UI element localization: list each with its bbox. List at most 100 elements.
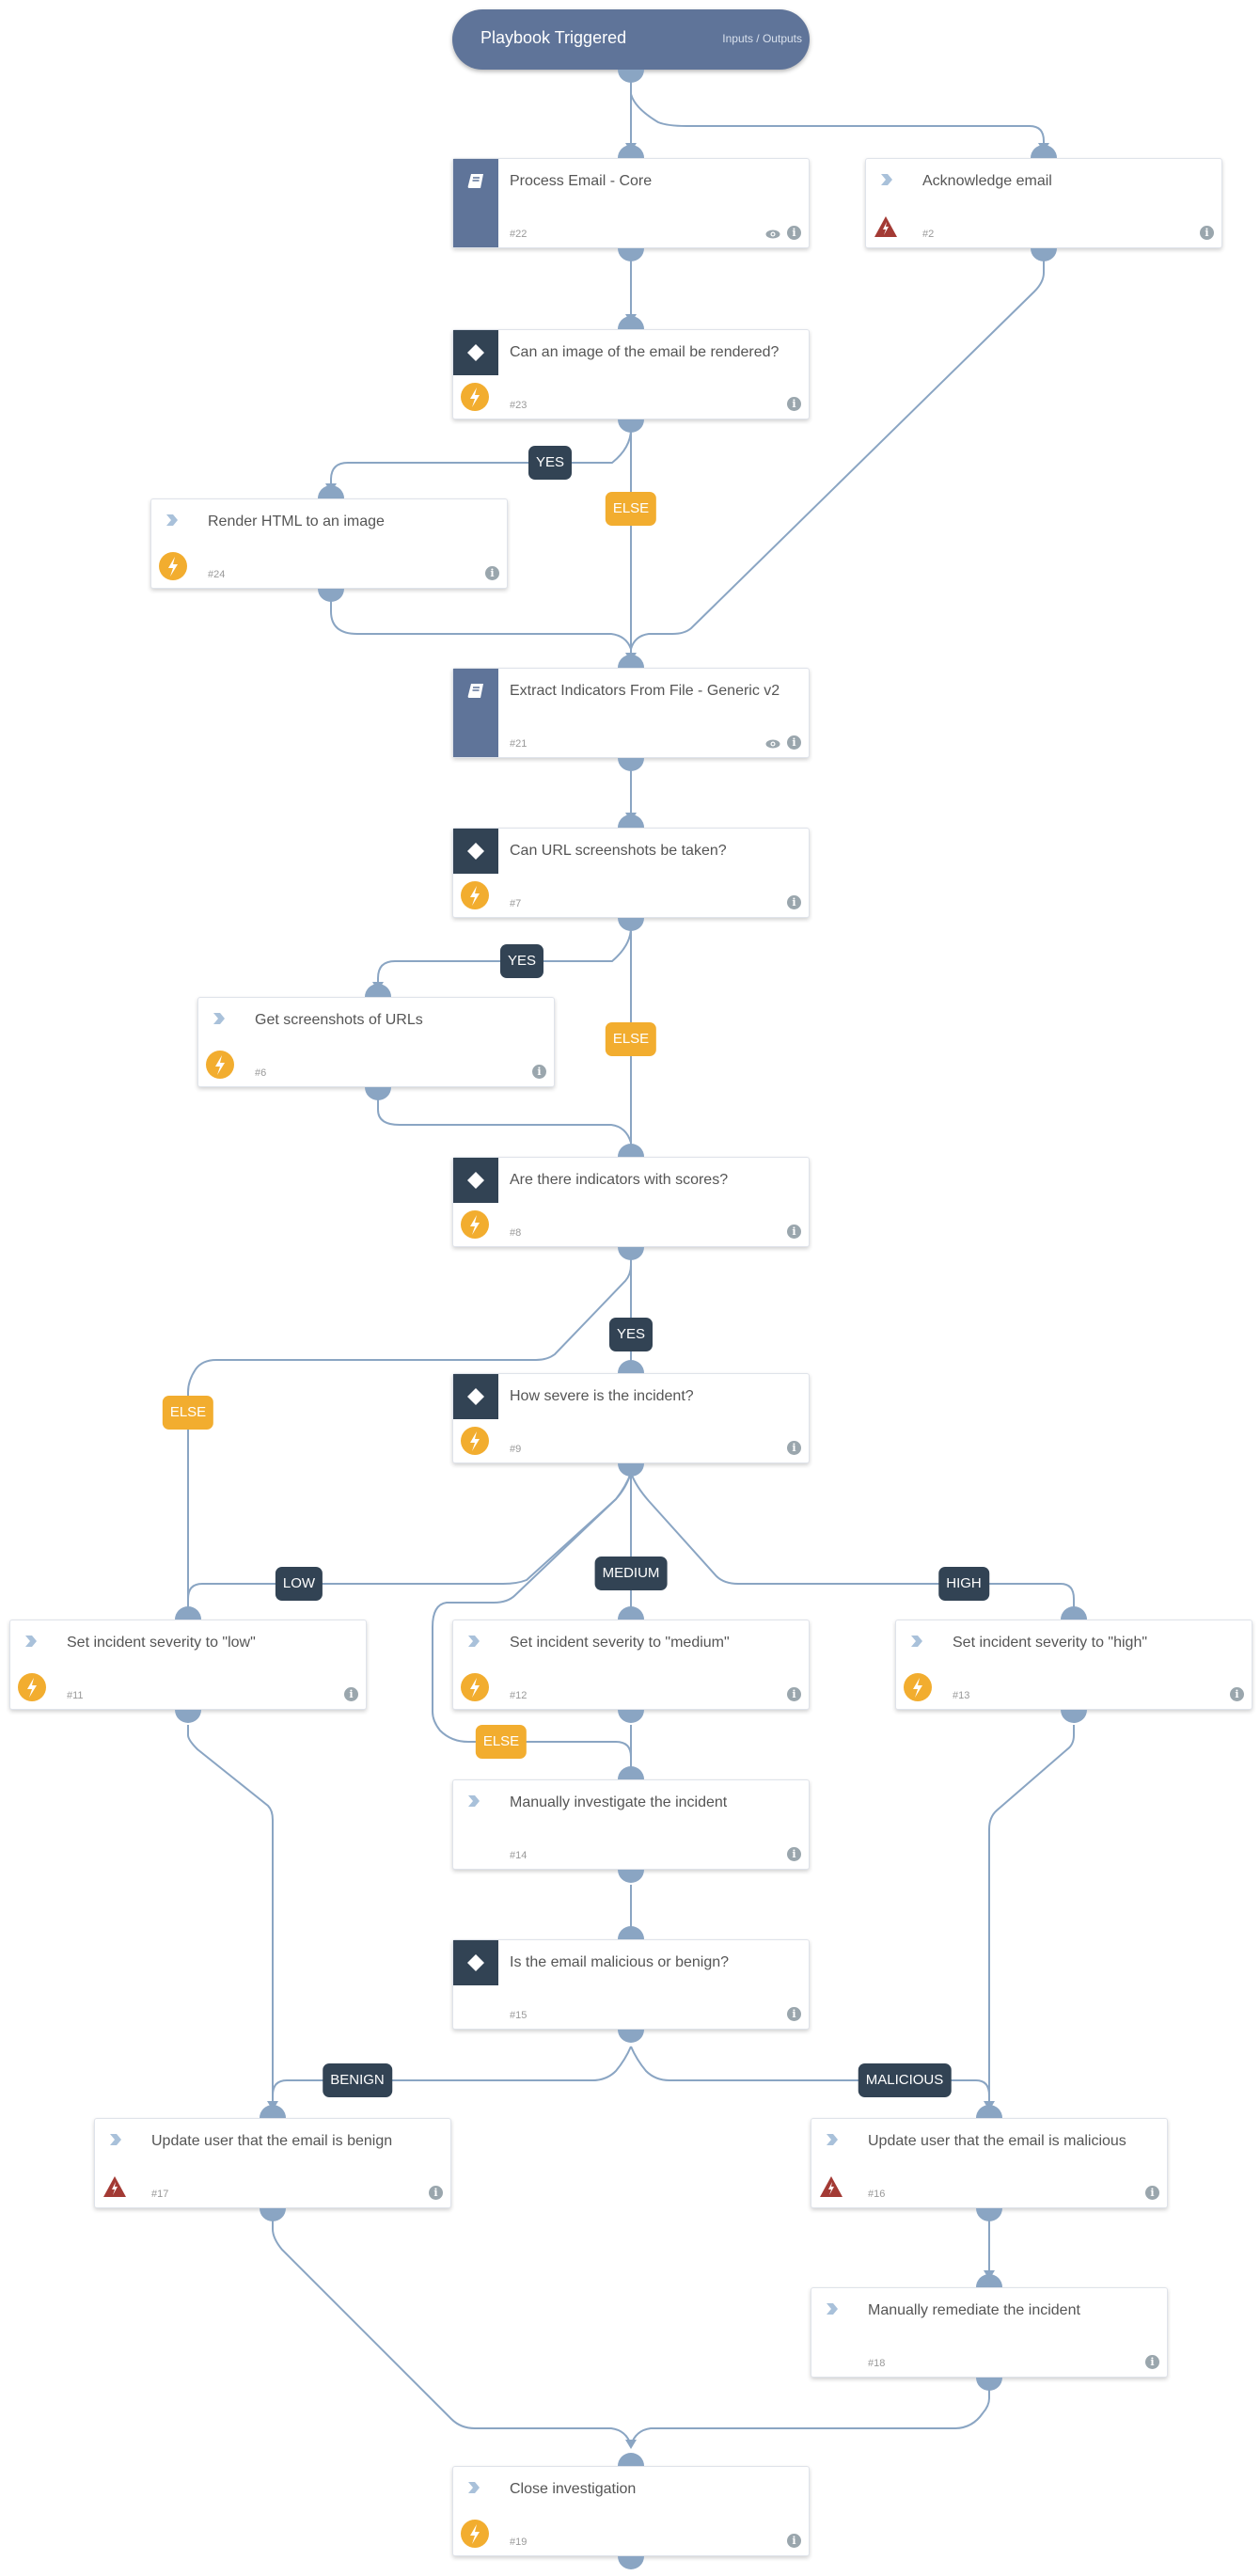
warning-icon	[820, 2176, 843, 2197]
info-icon[interactable]: i	[485, 566, 499, 580]
chevron-icon	[110, 2134, 121, 2145]
info-icon[interactable]: i	[532, 1065, 546, 1079]
branch-label-low[interactable]: LOW	[275, 1567, 323, 1601]
task-node-17[interactable]: Update user that the email is benign #17…	[94, 2118, 451, 2208]
task-id: #15	[510, 2010, 528, 2021]
info-icon[interactable]: i	[787, 735, 801, 750]
condition-node-7[interactable]: Can URL screenshots be taken? #7 i	[452, 828, 810, 918]
task-node-11[interactable]: Set incident severity to "low" #11 i	[9, 1620, 367, 1710]
task-title: Get screenshots of URLs	[255, 1012, 423, 1028]
book-icon	[467, 684, 483, 698]
task-id: #7	[510, 898, 522, 909]
task-id: #22	[510, 229, 528, 240]
edge-9-13	[630, 1472, 1075, 1616]
task-node-6[interactable]: Get screenshots of URLs #6 i	[197, 997, 555, 1087]
automation-bolt-icon	[159, 552, 187, 580]
task-title: Can an image of the email be rendered?	[510, 344, 780, 360]
info-icon[interactable]: i	[787, 226, 801, 240]
task-title: Is the email malicious or benign?	[510, 1954, 730, 1970]
chevron-icon	[468, 1795, 480, 1807]
info-icon[interactable]: i	[787, 895, 801, 909]
task-title: Set incident severity to "medium"	[510, 1635, 730, 1651]
task-node-13[interactable]: Set incident severity to "high" #13 i	[895, 1620, 1252, 1710]
task-node-24[interactable]: Render HTML to an image #24 i	[150, 498, 508, 589]
task-node-14[interactable]: Manually investigate the incident #14 i	[452, 1779, 810, 1870]
info-icon[interactable]: i	[1230, 1687, 1244, 1701]
task-node-2[interactable]: Acknowledge email #2 i	[865, 158, 1222, 248]
task-node-21[interactable]: Extract Indicators From File - Generic v…	[452, 668, 810, 758]
task-id: #24	[208, 569, 226, 580]
task-title: How severe is the incident?	[510, 1388, 694, 1404]
branch-label-yes[interactable]: YES	[528, 446, 573, 480]
task-title: Render HTML to an image	[208, 514, 385, 529]
automation-bolt-icon	[461, 2520, 489, 2548]
edge-6-8	[377, 1097, 632, 1144]
chevron-icon	[25, 1636, 37, 1647]
chevron-icon	[468, 2482, 480, 2493]
info-icon[interactable]: i	[1145, 2186, 1159, 2200]
diamond-icon	[467, 1388, 484, 1405]
automation-bolt-icon	[206, 1051, 234, 1079]
info-icon[interactable]: i	[787, 1441, 801, 1455]
info-icon[interactable]: i	[1145, 2355, 1159, 2369]
info-icon[interactable]: i	[787, 1225, 801, 1239]
task-node-12[interactable]: Set incident severity to "medium" #12 i	[452, 1620, 810, 1710]
task-id: #6	[255, 1067, 267, 1079]
task-id: #21	[510, 738, 528, 750]
task-title: Are there indicators with scores?	[510, 1172, 729, 1188]
edge-13-16	[988, 1725, 1075, 2107]
task-node-22[interactable]: Process Email - Core #22 i	[452, 158, 810, 248]
automation-bolt-icon	[461, 1427, 489, 1455]
eye-icon[interactable]	[765, 229, 780, 239]
chevron-icon	[468, 1636, 480, 1647]
edge-23-24	[330, 428, 632, 489]
task-title: Acknowledge email	[922, 173, 1052, 189]
info-icon[interactable]: i	[787, 1847, 801, 1861]
automation-bolt-icon	[461, 383, 489, 411]
inputs-outputs-link[interactable]: Inputs / Outputs	[722, 32, 802, 45]
branch-label-yes[interactable]: YES	[608, 1318, 654, 1351]
info-icon[interactable]: i	[787, 2534, 801, 2548]
branch-label-yes[interactable]: YES	[499, 944, 544, 978]
eye-icon[interactable]	[765, 739, 780, 749]
task-id: #11	[67, 1690, 84, 1701]
diamond-icon	[467, 1954, 484, 1971]
info-icon[interactable]: i	[344, 1687, 358, 1701]
task-title: Set incident severity to "high"	[953, 1635, 1148, 1651]
info-icon[interactable]: i	[1200, 226, 1214, 240]
task-id: #18	[868, 2358, 886, 2369]
branch-label-high[interactable]: HIGH	[938, 1567, 989, 1601]
trigger-title: Playbook Triggered	[480, 28, 627, 47]
info-icon[interactable]: i	[429, 2186, 443, 2200]
task-id: #13	[953, 1690, 970, 1701]
arrow-icon	[625, 2440, 637, 2449]
condition-node-15[interactable]: Is the email malicious or benign? #15 i	[452, 1939, 810, 2030]
condition-node-23[interactable]: Can an image of the email be rendered? #…	[452, 329, 810, 419]
chevron-icon	[827, 2303, 838, 2315]
task-id: #14	[510, 1850, 528, 1861]
branch-label-else[interactable]: ELSE	[605, 492, 657, 526]
info-icon[interactable]: i	[787, 2007, 801, 2021]
diamond-icon	[467, 1172, 484, 1189]
branch-label-else[interactable]: ELSE	[162, 1396, 214, 1430]
edge-trigger-2	[630, 93, 1045, 149]
task-id: #12	[510, 1690, 528, 1701]
playbook-trigger-node[interactable]: Playbook Triggered Inputs / Outputs	[452, 9, 810, 70]
branch-label-malicious[interactable]: MALICIOUS	[858, 2063, 952, 2097]
book-icon	[467, 174, 483, 188]
task-title: Update user that the email is benign	[151, 2133, 393, 2149]
condition-node-9[interactable]: How severe is the incident? #9 i	[452, 1373, 810, 1463]
task-node-16[interactable]: Update user that the email is malicious …	[811, 2118, 1168, 2208]
task-node-18[interactable]: Manually remediate the incident #18 i	[811, 2287, 1168, 2378]
branch-label-else[interactable]: ELSE	[475, 1725, 528, 1759]
info-icon[interactable]: i	[787, 397, 801, 411]
branch-label-benign[interactable]: BENIGN	[323, 2063, 392, 2097]
branch-label-else[interactable]: ELSE	[605, 1022, 657, 1056]
edge-9-11	[187, 1472, 632, 1616]
branch-label-medium[interactable]: MEDIUM	[594, 1557, 668, 1590]
task-node-19[interactable]: Close investigation #19 i	[452, 2466, 810, 2556]
info-icon[interactable]: i	[787, 1687, 801, 1701]
condition-node-8[interactable]: Are there indicators with scores? #8 i	[452, 1157, 810, 1247]
automation-bolt-icon	[461, 1210, 489, 1239]
task-title: Can URL screenshots be taken?	[510, 843, 727, 859]
